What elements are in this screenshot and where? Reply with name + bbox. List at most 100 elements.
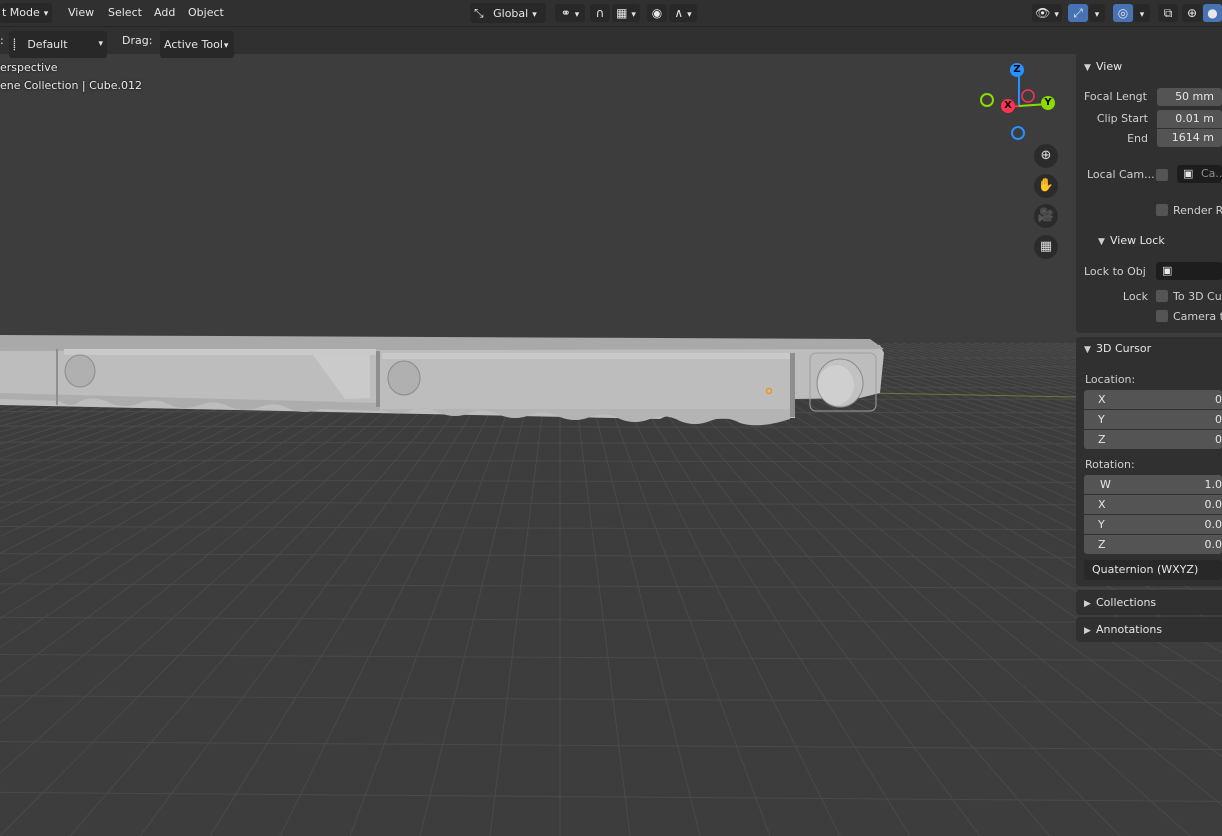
navigation-gizmo[interactable]: Z X Y xyxy=(978,61,1060,143)
proportional-edit-icon: ◉ xyxy=(651,6,663,20)
render-region-checkbox[interactable] xyxy=(1156,204,1168,216)
collection-info-label: ene Collection | Cube.012 xyxy=(0,79,143,92)
camera-to-view-checkbox[interactable] xyxy=(1156,310,1168,322)
object-icon: ▣ xyxy=(1162,264,1173,277)
3d-cursor-title: 3D Cursor xyxy=(1096,342,1152,355)
transform-orientation-value: Global xyxy=(493,7,529,20)
render-region-label: Render Re xyxy=(1173,204,1222,217)
annotations-header[interactable]: ▶ Annotations xyxy=(1084,621,1162,639)
gizmo-neg-y-axis[interactable] xyxy=(980,93,994,107)
view-lock-title: View Lock xyxy=(1110,234,1165,247)
rotation-w-field[interactable]: W 1.0 xyxy=(1084,475,1222,494)
n-panel-sidebar: ▼ View Focal Lengt 50 mm Clip Start 0.01 … xyxy=(1076,53,1222,643)
overlay-dropdown[interactable]: ▾ xyxy=(1134,4,1150,22)
transform-orientation-icon: ⤡ xyxy=(474,6,484,20)
local-camera-label: Local Cam... xyxy=(1087,168,1155,181)
chevron-down-icon: ▾ xyxy=(1139,10,1145,20)
chevron-down-icon: ▾ xyxy=(687,10,692,20)
annotations-title: Annotations xyxy=(1096,623,1163,636)
chevron-down-icon: ▼ xyxy=(1084,345,1091,355)
overlay-icon: ◎ xyxy=(1117,6,1129,20)
camera-view-icon[interactable]: 🎥 xyxy=(1034,204,1058,228)
pan-hand-icon[interactable]: ✋ xyxy=(1034,174,1058,198)
camera-object-icon: ▣ xyxy=(1183,167,1194,180)
axis-label: Y xyxy=(1098,518,1105,531)
location-z-field[interactable]: Z0 xyxy=(1084,430,1222,449)
menu-add[interactable]: Add xyxy=(154,0,175,26)
view-panel-title: View xyxy=(1096,60,1123,73)
chevron-down-icon: ▾ xyxy=(631,10,636,20)
transform-orientation-dropdown[interactable]: ⤡ Global ▾ xyxy=(470,3,546,23)
overlay-toggle[interactable]: ◎ xyxy=(1113,4,1133,22)
gizmo-neg-z-axis[interactable] xyxy=(1011,126,1025,140)
proportional-edit-toggle[interactable]: ◉ xyxy=(647,4,667,22)
axis-value: 0 xyxy=(1215,433,1222,446)
3d-cursor-header[interactable]: ▼ 3D Cursor xyxy=(1084,340,1151,358)
lock-to-object-label: Lock to Obj xyxy=(1084,265,1146,278)
axis-value: 0.0 xyxy=(1204,498,1222,511)
mode-label: t Mode xyxy=(2,6,40,19)
xray-toggle[interactable]: ⧉ xyxy=(1158,4,1178,22)
perspective-grid-icon[interactable]: ▦ xyxy=(1034,235,1058,259)
axis-value: 1.0 xyxy=(1204,478,1222,491)
chevron-right-icon: ▶ xyxy=(1084,599,1091,609)
location-y-field[interactable]: Y0 xyxy=(1084,410,1222,429)
location-label: Location: xyxy=(1085,373,1136,386)
clip-end-label: End xyxy=(1127,132,1148,145)
pivot-point-button[interactable]: ⚭ ▾ xyxy=(555,4,585,22)
collections-header[interactable]: ▶ Collections xyxy=(1084,594,1156,612)
orientation-icon: ⸽ xyxy=(13,38,16,51)
gizmo-y-axis[interactable]: Y xyxy=(1041,96,1055,110)
xray-icon: ⧉ xyxy=(1163,6,1173,20)
lock-to-cursor-label: To 3D Cur xyxy=(1173,290,1222,303)
snap-toggle[interactable]: ∩ xyxy=(590,4,610,22)
snap-grid-icon: ▦ xyxy=(616,6,628,20)
menu-object[interactable]: Object xyxy=(188,0,224,26)
axis-label: X xyxy=(1098,393,1106,406)
orientation-value: Default xyxy=(27,38,68,51)
rotation-y-field[interactable]: Y 0.0 xyxy=(1084,515,1222,534)
menu-view[interactable]: View xyxy=(68,0,94,26)
collections-panel[interactable]: ▶ Collections xyxy=(1076,590,1222,615)
proportional-falloff-button[interactable]: ∧ ▾ xyxy=(669,4,697,22)
snap-target-button[interactable]: ▦ ▾ xyxy=(612,4,640,22)
local-camera-checkbox[interactable] xyxy=(1156,169,1168,181)
collections-title: Collections xyxy=(1096,596,1157,609)
chevron-down-icon: ▼ xyxy=(1084,63,1091,73)
lock-to-cursor-checkbox[interactable] xyxy=(1156,290,1168,302)
lock-label: Lock xyxy=(1122,290,1148,303)
chevron-down-icon: ▼ xyxy=(1098,237,1105,247)
mode-dropdown[interactable]: t Mode ▾ xyxy=(0,3,53,23)
menu-select[interactable]: Select xyxy=(108,0,142,26)
axis-value: 0.0 xyxy=(1204,538,1222,551)
viewport-canvas xyxy=(0,335,1222,836)
clip-start-field[interactable]: 0.01 m xyxy=(1157,110,1222,128)
gizmo-toggle[interactable]: ⤢ xyxy=(1068,4,1088,22)
link-icon: ⚭ xyxy=(560,6,571,20)
local-camera-picker[interactable]: ▣ Ca... xyxy=(1177,165,1222,183)
clip-start-label: Clip Start xyxy=(1096,112,1148,125)
gizmo-x-axis[interactable]: X xyxy=(1001,99,1015,113)
visibility-button[interactable]: 👁 ▾ xyxy=(1032,4,1062,22)
location-x-field[interactable]: X0 xyxy=(1084,390,1222,409)
zoom-icon[interactable]: ⊕ xyxy=(1034,144,1058,168)
shading-wireframe-button[interactable]: ⊕ xyxy=(1182,4,1202,22)
rotation-mode-dropdown[interactable]: Quaternion (WXYZ) xyxy=(1084,560,1222,580)
chevron-down-icon: ▾ xyxy=(574,10,580,20)
focal-length-field[interactable]: 50 mm xyxy=(1157,88,1222,106)
lock-to-object-picker[interactable]: ▣ xyxy=(1156,262,1222,280)
focal-length-label: Focal Lengt xyxy=(1084,90,1147,103)
view-panel-header[interactable]: ▼ View xyxy=(1084,58,1122,76)
3d-viewport[interactable]: erspective ene Collection | Cube.012 Z X… xyxy=(0,53,1222,836)
rotation-x-field[interactable]: X 0.0 xyxy=(1084,495,1222,514)
shading-solid-button[interactable]: ● xyxy=(1203,4,1222,22)
gizmo-dropdown[interactable]: ▾ xyxy=(1089,4,1105,22)
axis-label: Z xyxy=(1098,538,1106,551)
shading-solid-icon: ● xyxy=(1207,6,1218,20)
view-lock-header[interactable]: ▼ View Lock xyxy=(1098,232,1165,250)
annotations-panel[interactable]: ▶ Annotations xyxy=(1076,617,1222,642)
gizmo-z-axis[interactable]: Z xyxy=(1010,63,1024,77)
clip-end-field[interactable]: 1614 m xyxy=(1157,129,1222,147)
rotation-z-field[interactable]: Z 0.0 xyxy=(1084,535,1222,554)
rotation-label: Rotation: xyxy=(1085,458,1135,471)
